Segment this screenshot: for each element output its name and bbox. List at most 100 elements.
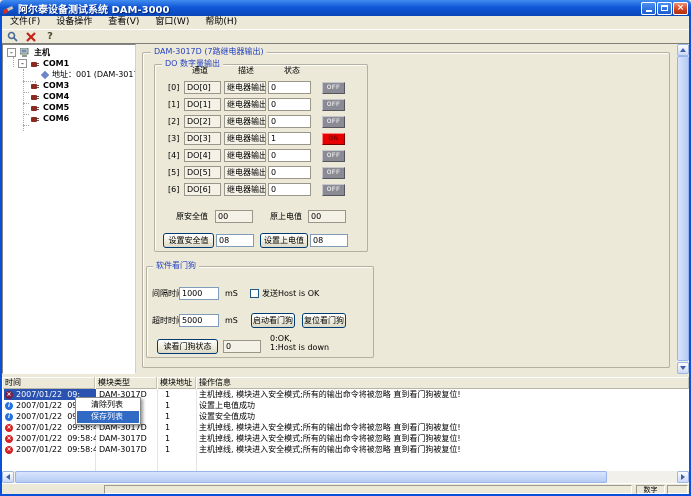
main-vertical-scrollbar[interactable] [677,44,689,374]
do-channel-box: DO[0] [184,81,221,94]
com-port-icon [31,115,41,123]
interval-input[interactable] [179,287,219,300]
com-port-icon [31,82,41,90]
set-power-value-input[interactable] [310,234,348,247]
do-status-box: 0 [268,183,311,196]
do-channel-box: DO[5] [184,166,221,179]
do-desc-box: 继电器输出 [224,98,266,111]
log-info: 主机掉线, 模块进入安全模式;所有的输出命令将被忽略 直到看门狗被复位! [199,433,687,444]
tree-node-com4[interactable]: COM4 [31,91,69,102]
expander-com1[interactable]: - [18,59,27,68]
do-index: [2] [168,115,179,128]
do-channel-box: DO[4] [184,149,221,162]
watchdog-hint-line2: 1:Host is down [270,343,329,352]
do-desc-box: 继电器输出 [224,132,266,145]
tree-node-host[interactable]: 主机 [20,47,50,58]
maximize-button[interactable] [657,2,672,15]
log-col-time[interactable]: 时间 [2,377,95,389]
orig-power-label: 原上电值 [270,210,302,223]
delete-icon[interactable] [25,31,37,43]
do-col-status: 状态 [284,64,300,77]
menu-window[interactable]: 窗口(W) [147,16,197,29]
do-toggle-button[interactable]: OFF [322,99,345,111]
error-icon: × [5,424,13,432]
log-row[interactable]: 2007/01/22 09:58:40 × DAM-3017D 1 主机掉线, … [2,444,689,455]
log-col-module-addr[interactable]: 模块地址 [157,377,196,389]
computer-icon [20,48,31,58]
close-button[interactable]: × [673,2,688,15]
menu-file[interactable]: 文件(F) [2,16,48,29]
watchdog-hint-line1: 0:OK, [270,334,292,343]
do-channel-box: DO[3] [184,132,221,145]
help-icon[interactable]: ? [44,31,56,43]
do-toggle-button[interactable]: OFF [322,150,345,162]
window-border-left [0,16,2,496]
do-toggle-button[interactable]: ON [322,133,345,145]
do-index: [3] [168,132,179,145]
module-group-title: DAM-3017D (7路继电器输出) [151,47,267,57]
tree-node-com1[interactable]: COM1 [31,58,69,69]
log-info: 设置上电值成功 [199,400,687,411]
error-icon: × [5,446,13,454]
toolbar: ? [2,29,689,43]
log-col-module-type[interactable]: 模块类型 [95,377,157,389]
log-col-info[interactable]: 操作信息 [196,377,689,389]
tree-com6-label: COM6 [43,114,69,123]
menu-device-ops[interactable]: 设备操作 [48,16,100,29]
tree-com3-label: COM3 [43,81,69,90]
do-channel-box: DO[6] [184,183,221,196]
timeout-unit: mS [225,314,238,327]
tree-address-label: 地址：001 (DAM-3017D) [52,70,136,79]
reset-watchdog-button[interactable]: 复位看门狗 [302,313,346,328]
scroll-right-icon[interactable] [677,471,689,483]
search-icon[interactable] [6,31,18,43]
error-icon: × [5,435,13,443]
log-module: DAM-3017D [97,433,157,444]
send-host-ok-checkbox[interactable] [250,289,259,298]
scroll-left-icon[interactable] [2,471,14,483]
context-menu-clear-list[interactable]: 清除列表 [77,399,139,411]
scroll-up-icon[interactable] [677,44,689,56]
scroll-down-icon[interactable] [677,362,689,374]
log-info: 主机掉线, 模块进入安全模式;所有的输出命令将被忽略 直到看门狗被复位! [199,444,687,455]
do-toggle-button[interactable]: OFF [322,167,345,179]
tree-node-com3[interactable]: COM3 [31,80,69,91]
start-watchdog-button[interactable]: 启动看门狗 [251,313,295,328]
status-bar: 数字 [2,483,689,494]
do-desc-box: 继电器输出 [224,115,266,128]
context-menu-save-list[interactable]: 保存列表 [77,411,139,423]
do-index: [5] [168,166,179,179]
set-safe-value-button[interactable]: 设置安全值 [163,233,214,248]
do-toggle-button[interactable]: OFF [322,116,345,128]
info-icon: i [5,413,13,421]
log-time: 2007/01/22 09:58:40 [4,444,96,455]
com-port-icon [31,104,41,112]
do-toggle-button[interactable]: OFF [322,82,345,94]
log-addr: 1 [162,444,196,455]
minimize-button[interactable] [641,2,656,15]
watchdog-group-title: 软件看门狗 [153,261,199,271]
vertical-scroll-thumb[interactable] [677,56,689,361]
tree-node-address[interactable]: 地址：001 (DAM-3017D) [41,69,136,80]
context-menu: 清除列表 保存列表 [75,397,141,425]
timeout-input[interactable] [179,314,219,327]
tree-com4-label: COM4 [43,92,69,101]
do-index: [6] [168,183,179,196]
expander-host[interactable]: - [7,48,16,57]
log-horizontal-scrollbar[interactable] [2,471,689,483]
tree-node-com5[interactable]: COM5 [31,102,69,113]
do-toggle-button[interactable]: OFF [322,184,345,196]
set-safe-value-input[interactable] [216,234,254,247]
do-desc-box: 继电器输出 [224,183,266,196]
app-window: 阿尔泰设备测试系统 DAM-3000 × 文件(F) 设备操作 查看(V) 窗口… [0,0,691,496]
tree-com1-label: COM1 [43,59,69,68]
log-addr: 1 [162,411,196,422]
menu-view[interactable]: 查看(V) [100,16,147,29]
log-row[interactable]: 2007/01/22 09:58:41 × DAM-3017D 1 主机掉线, … [2,433,689,444]
read-watchdog-status-button[interactable]: 读看门狗状态 [157,339,218,354]
watchdog-status-box: 0 [223,340,261,353]
tree-node-com6[interactable]: COM6 [31,113,69,124]
set-power-value-button[interactable]: 设置上电值 [260,233,308,248]
menu-help[interactable]: 帮助(H) [197,16,245,29]
horizontal-scroll-thumb[interactable] [15,471,607,483]
